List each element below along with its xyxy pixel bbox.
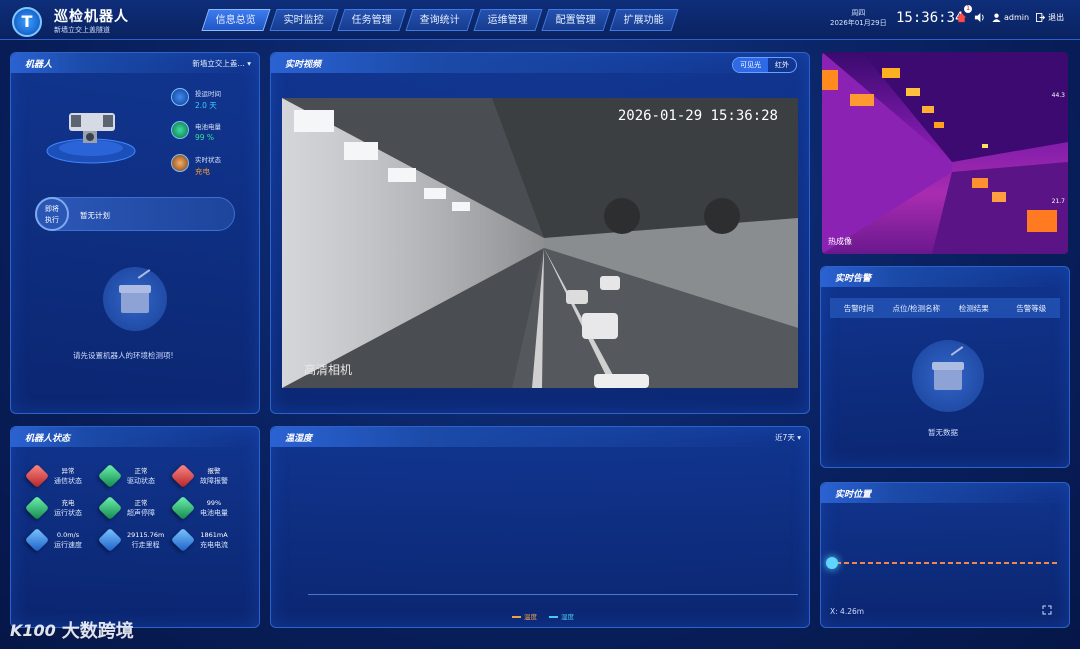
live-video[interactable]: 2026-01-29 15:36:28 高清相机 [282,98,798,388]
date: 2026年01月29日 [830,19,887,27]
panel-title: 实时位置 [835,490,872,500]
status-battery: 99% 电池电量 [170,495,228,521]
robot-status-panel: 机器人状态 [10,426,260,628]
robot-image [46,113,136,164]
robot-panel: 机器人 新墙立交上盖… ▾ 投运时间 2.0 天 电池电量 99 % 实时状态 充电 … [10,52,260,414]
ultrasonic-icon [97,495,123,521]
stat-state: 实时状态 充电 [171,154,221,177]
user-menu[interactable]: admin [992,13,1029,22]
thermal-label: 热成像 [828,237,852,246]
username: admin [1004,13,1030,22]
stat-battery: 电池电量 99 % [171,121,221,142]
fault-icon [170,463,196,489]
temp-humidity-panel: 温湿度 近7天 ▾ [270,426,810,628]
status-run: 充电 运行状态 [24,495,82,521]
plan-badge: 即将 执行 [35,197,69,231]
battery-icon [170,495,196,521]
logout-button[interactable]: 退出 [1036,12,1064,23]
header-actions: admin 退出 [956,12,1064,23]
col-level: 告警等级 [1016,303,1047,313]
legend-humidity[interactable]: 湿度 [549,611,574,621]
chevron-down-icon: ▾ [797,433,801,442]
clock-icon [171,88,189,106]
range-selector[interactable]: 近7天 ▾ [775,432,801,443]
fullscreen-icon[interactable] [1042,605,1052,615]
top-header: T 巡检机器人 新墙立交上盖隧道 信息总览 实时监控 任务管理 查询统计 运维管… [0,0,1080,40]
env-hint: 请先设置机器人的环境检测项! [73,351,174,360]
status-comm: 异常 通信状态 [24,463,82,489]
toggle-infrared[interactable]: 红外 [768,58,796,72]
tunnel-video-frame [282,98,798,388]
panel-title: 实时告警 [835,274,872,284]
status-ultrasonic: 正常 超声停障 [97,495,155,521]
tab-overview[interactable]: 信息总览 [201,9,271,31]
user-icon [992,13,1001,22]
col-alarm-time: 告警时间 [843,303,874,313]
volume-icon[interactable] [974,12,985,23]
chart-legend: 温度 湿度 [512,611,574,621]
robot-track [836,562,1060,564]
robot-selector[interactable]: 新墙立交上盖… ▾ [192,58,251,69]
camera-toggle: 可见光 红外 [732,57,797,73]
tab-task-management[interactable]: 任务管理 [337,9,407,31]
thermal-scale-min: 21.7 [1051,198,1065,205]
status-drive: 正常 驱动状态 [97,463,155,489]
speed-icon [24,527,50,553]
status-icon [171,154,189,172]
status-mileage: 29115.76m 行走里程 [97,527,164,553]
camera-label: 高清相机 [304,363,353,377]
tab-extensions[interactable]: 扩展功能 [609,9,679,31]
tab-query-stats[interactable]: 查询统计 [405,9,475,31]
col-point-name: 点位/检测名称 [892,303,941,313]
status-fault: 报警 故障报警 [170,463,228,489]
watermark: K100 大数跨境 [10,617,134,643]
chevron-down-icon: ▾ [247,59,251,68]
app-title: 巡检机器人 [54,9,129,25]
tab-realtime-monitor[interactable]: 实时监控 [269,9,339,31]
panel-title: 温湿度 [285,434,313,444]
logout-label: 退出 [1048,13,1065,22]
thermal-image[interactable]: 44.3 21.7 热成像 [822,52,1068,254]
watermark-logo: K100 [10,620,56,640]
empty-box-icon [103,267,167,331]
current-icon [170,527,196,553]
signal-icon [24,463,50,489]
weekday: 周四 [851,9,866,17]
battery-icon [171,121,189,139]
video-timestamp: 2026-01-29 15:36:28 [617,108,778,124]
legend-temperature[interactable]: 温度 [512,611,537,621]
thermal-scale-max: 44.3 [1051,92,1065,99]
tab-config[interactable]: 配置管理 [541,9,611,31]
date-display: 周四 2026年01月29日 [830,8,887,28]
toggle-visible-light[interactable]: 可见光 [733,58,768,72]
empty-box-icon [912,340,984,412]
alarm-empty-text: 暂无数据 [928,428,958,437]
status-current: 1861mA 充电电流 [170,527,228,553]
panel-title: 机器人状态 [25,434,71,444]
main-nav: 信息总览 实时监控 任务管理 查询统计 运维管理 配置管理 扩展功能 [201,9,679,31]
location-icon [97,527,123,553]
panel-title: 机器人 [25,60,53,70]
status-speed: 0.0m/s 运行速度 [24,527,82,553]
site-name: 新墙立交上盖隧道 [54,26,110,34]
run-icon [24,495,50,521]
robot-position-marker[interactable] [826,557,838,569]
chart-axis [308,594,798,595]
tab-operations[interactable]: 运维管理 [473,9,543,31]
logout-icon [1036,13,1046,22]
next-plan-bar: 即将 执行 暂无计划 [35,197,235,231]
plan-text: 暂无计划 [80,211,110,220]
watermark-text: 大数跨境 [61,621,134,642]
stat-uptime: 投运时间 2.0 天 [171,88,221,111]
col-result: 检测结果 [958,303,989,313]
app-logo-icon: T [12,7,42,37]
alarm-home-icon[interactable] [956,12,967,23]
drive-icon [97,463,123,489]
panel-title: 实时视频 [285,60,322,70]
clock: 15:36:34 [896,10,964,26]
thermal-frame [822,52,1068,254]
alarm-table-header: 告警时间 点位/检测名称 检测结果 告警等级 [830,298,1060,318]
position-readout: X: 4.26m [830,607,865,616]
